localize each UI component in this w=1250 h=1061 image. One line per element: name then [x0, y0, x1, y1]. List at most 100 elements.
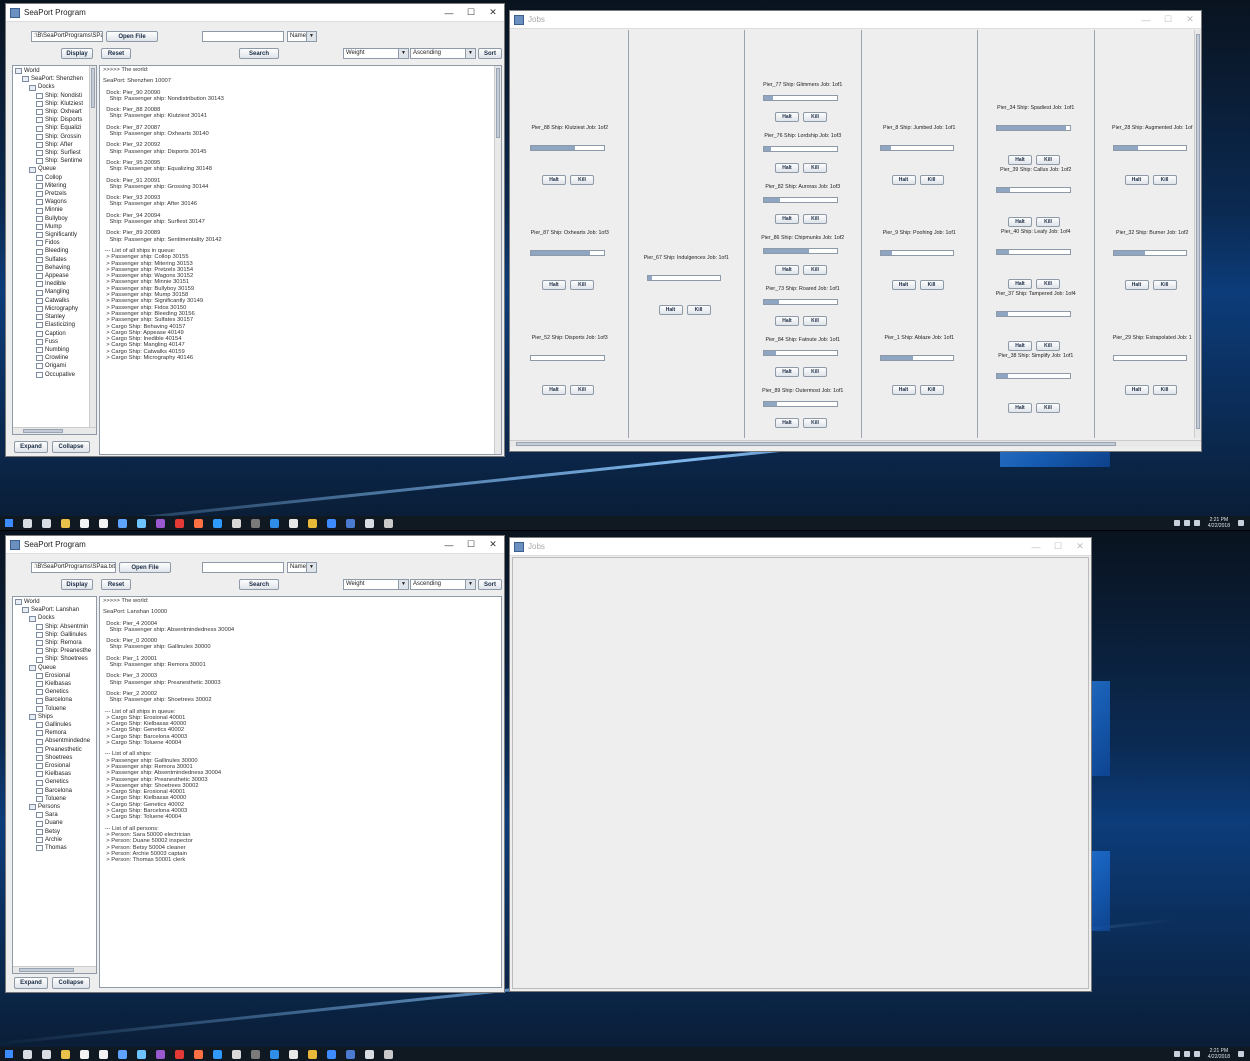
app-icon-5[interactable]: [289, 1049, 298, 1059]
world-tree[interactable]: World SeaPort: Shenzhen Docks Ship: Nondist…: [12, 65, 97, 435]
chrome-icon-2[interactable]: [308, 518, 317, 528]
tree-folder-node[interactable]: SeaPort: Lanshan: [15, 606, 94, 614]
tree-leaf-node[interactable]: Ship: Remora: [15, 639, 94, 647]
seaport-titlebar[interactable]: SeaPort Program — ☐ ✕: [6, 4, 504, 22]
maximize-button[interactable]: ☐: [460, 536, 482, 553]
tree-leaf-node[interactable]: Kielbasas: [15, 770, 94, 778]
tree-leaf-node[interactable]: Pretzels: [15, 190, 94, 198]
mail-icon[interactable]: [99, 1049, 108, 1059]
halt-button[interactable]: Halt: [542, 280, 566, 290]
tree-leaf-node[interactable]: Duane: [15, 819, 94, 827]
halt-button[interactable]: Halt: [775, 367, 799, 377]
kill-button[interactable]: Kill: [1152, 385, 1177, 395]
collapse-button[interactable]: Collapse: [52, 977, 90, 989]
tree-leaf-node[interactable]: Ship: Disports: [15, 116, 94, 124]
tree-folder-node[interactable]: World: [15, 598, 94, 606]
people-icon[interactable]: [1173, 520, 1180, 526]
tree-leaf-node[interactable]: Bleeding: [15, 247, 94, 255]
open-file-button[interactable]: Open File: [106, 31, 158, 42]
display-button[interactable]: Display: [61, 48, 93, 59]
clock[interactable]: 2:21 PM 4/22/2018: [1208, 517, 1230, 529]
reset-button[interactable]: Reset: [101, 579, 131, 590]
store-icon[interactable]: [80, 518, 89, 528]
mail-icon[interactable]: [99, 518, 108, 528]
tree-leaf-node[interactable]: Betsy: [15, 828, 94, 836]
tree-folder-node[interactable]: Docks: [15, 614, 94, 622]
halt-button[interactable]: Halt: [1008, 155, 1032, 165]
file-path-field[interactable]: :\B\SeaPortPrograms\SPaa.txt: [31, 31, 103, 42]
tree-leaf-node[interactable]: Ship: Sentime: [15, 157, 94, 165]
network-icon[interactable]: [1183, 520, 1190, 526]
start-icon[interactable]: [5, 1050, 13, 1058]
tree-leaf-node[interactable]: Mangling: [15, 288, 94, 296]
reset-button[interactable]: Reset: [101, 48, 131, 59]
tree-leaf-node[interactable]: Inedible: [15, 280, 94, 288]
tree-leaf-node[interactable]: Significantly: [15, 231, 94, 239]
app-icon-3[interactable]: [232, 1049, 241, 1059]
store-icon[interactable]: [80, 1049, 89, 1059]
tree-folder-node[interactable]: Queue: [15, 165, 94, 173]
edge-icon[interactable]: [118, 1049, 127, 1059]
kill-button[interactable]: Kill: [803, 265, 827, 275]
app-icon-1[interactable]: [156, 518, 165, 528]
kill-button[interactable]: Kill: [803, 214, 827, 224]
world-log[interactable]: >>>>> The world: SeaPort: Lanshan 10000 D…: [99, 596, 502, 988]
vscode-icon[interactable]: [270, 1049, 279, 1059]
kill-button[interactable]: Kill: [686, 305, 711, 315]
tree-leaf-node[interactable]: Erosional: [15, 762, 94, 770]
clock[interactable]: 2:21 PM 4/22/2018: [1208, 1048, 1230, 1060]
app-icon-1[interactable]: [156, 1049, 165, 1059]
halt-button[interactable]: Halt: [1124, 385, 1149, 395]
tree-leaf-node[interactable]: Occupative: [15, 371, 94, 379]
tree-leaf-node[interactable]: Ship: Shoetrees: [15, 655, 94, 663]
flash-icon[interactable]: [175, 1049, 184, 1059]
halt-button[interactable]: Halt: [775, 265, 799, 275]
halt-button[interactable]: Halt: [775, 418, 799, 428]
tree-leaf-node[interactable]: Genetics: [15, 688, 94, 696]
tree-leaf-node[interactable]: Wagons: [15, 198, 94, 206]
kill-button[interactable]: Kill: [1036, 279, 1060, 289]
tree-leaf-node[interactable]: Appease: [15, 272, 94, 280]
world-log[interactable]: >>>>> The world: SeaPort: Shenzhen 10007 …: [99, 65, 502, 455]
search-input[interactable]: [202, 562, 284, 573]
halt-button[interactable]: Halt: [1008, 217, 1032, 227]
maximize-button[interactable]: ☐: [460, 4, 482, 21]
java-icon[interactable]: [365, 1049, 374, 1059]
notification-icon[interactable]: [1238, 1051, 1244, 1057]
kill-button[interactable]: Kill: [803, 367, 827, 377]
halt-button[interactable]: Halt: [891, 175, 916, 185]
halt-button[interactable]: Halt: [542, 175, 566, 185]
notification-icon[interactable]: [1238, 520, 1244, 526]
halt-button[interactable]: Halt: [891, 280, 916, 290]
search-icon[interactable]: [23, 1049, 32, 1059]
tree-leaf-node[interactable]: Ship: Preanesthe: [15, 647, 94, 655]
people-icon[interactable]: [1173, 1051, 1180, 1057]
flash-icon[interactable]: [175, 518, 184, 528]
file-explorer-icon[interactable]: [61, 518, 70, 528]
halt-button[interactable]: Halt: [775, 214, 799, 224]
chrome-icon[interactable]: [213, 1049, 222, 1059]
app-icon-5[interactable]: [289, 518, 298, 528]
minimize-button[interactable]: —: [438, 536, 460, 553]
maximize-button[interactable]: ☐: [1047, 538, 1069, 555]
close-button[interactable]: ✕: [482, 4, 504, 21]
tree-folder-node[interactable]: Ships: [15, 713, 94, 721]
tree-folder-node[interactable]: Persons: [15, 803, 94, 811]
close-button[interactable]: ✕: [482, 536, 504, 553]
app-icon-2[interactable]: [194, 1049, 203, 1059]
tree-leaf-node[interactable]: Bullyboy: [15, 215, 94, 223]
app-icon-6[interactable]: [327, 1049, 336, 1059]
minimize-button[interactable]: —: [1135, 11, 1157, 28]
sort-button[interactable]: Sort: [478, 579, 502, 590]
kill-button[interactable]: Kill: [919, 280, 944, 290]
tree-leaf-node[interactable]: Gallinules: [15, 721, 94, 729]
edge-icon[interactable]: [118, 518, 127, 528]
tree-leaf-node[interactable]: Barcelona: [15, 787, 94, 795]
tree-leaf-node[interactable]: Ship: Absentmin: [15, 623, 94, 631]
sort-button[interactable]: Sort: [478, 48, 502, 59]
tree-horizontal-scrollbar[interactable]: [13, 966, 96, 973]
app-icon-3[interactable]: [232, 518, 241, 528]
sort-order-select[interactable]: Ascending ▼: [410, 579, 476, 590]
search-button[interactable]: Search: [239, 48, 279, 59]
kill-button[interactable]: Kill: [803, 112, 827, 122]
